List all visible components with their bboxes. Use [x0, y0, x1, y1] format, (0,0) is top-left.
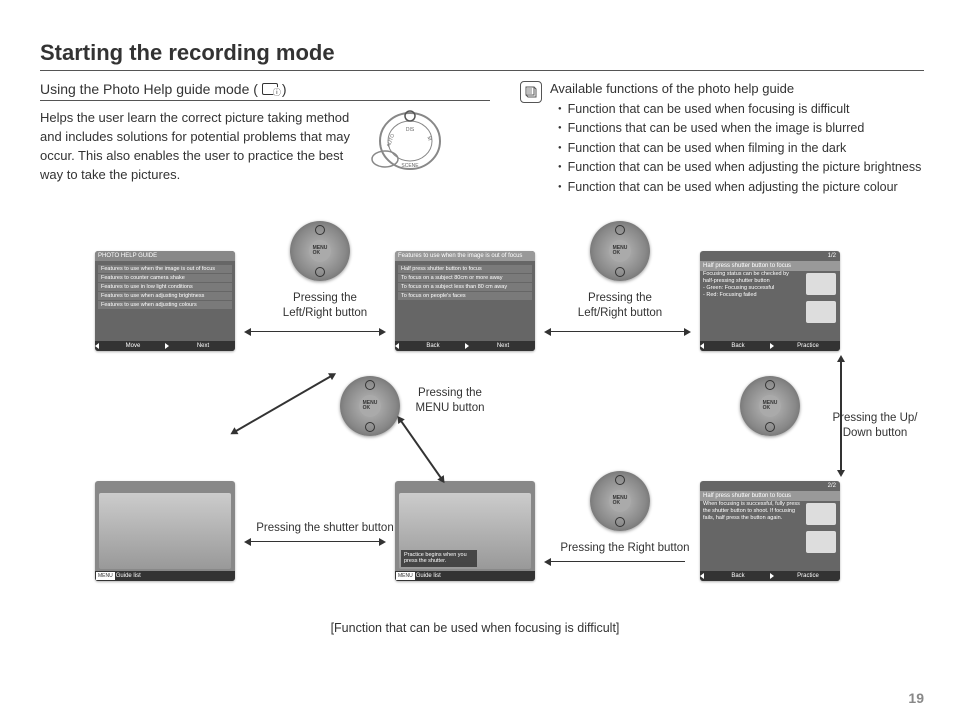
- note-icon: [520, 81, 542, 103]
- functions-list: Function that can be used when focusing …: [558, 100, 924, 197]
- menu-ok-dial-icon: MENU OK: [740, 376, 800, 436]
- svg-text:M: M: [425, 136, 432, 142]
- list-item: Function that can be used when adjusting…: [558, 178, 924, 197]
- arrow-icon: [250, 541, 380, 543]
- lcd-screen-half-press-2: 2/2 Half press shutter button to focus W…: [700, 481, 840, 581]
- svg-text:AUTO: AUTO: [386, 133, 396, 148]
- label-left-right: Pressing the Left/Right button: [275, 291, 375, 321]
- label-shutter: Pressing the shutter button: [245, 521, 405, 536]
- list-item: Function that can be used when filming i…: [558, 139, 924, 158]
- svg-text:SCENE: SCENE: [401, 163, 419, 169]
- lcd-screen-practice: Practice begins when you press the shutt…: [395, 481, 535, 581]
- label-right: Pressing the Right button: [550, 541, 700, 556]
- section-subtitle: Using the Photo Help guide mode ( ): [40, 81, 490, 101]
- lcd-screen-photo-result: MENUGuide list: [95, 481, 235, 581]
- label-left-right: Pressing the Left/Right button: [570, 291, 670, 321]
- arrow-icon: [250, 331, 380, 333]
- arrow-icon: [840, 361, 842, 471]
- label-up-down: Pressing the Up/ Down button: [820, 411, 930, 441]
- menu-ok-dial-icon: MENU OK: [340, 376, 400, 436]
- lcd-screen-focus-submenu: Features to use when the image is out of…: [395, 251, 535, 351]
- arrow-icon: [400, 420, 441, 478]
- page-number: 19: [908, 690, 924, 706]
- note-title: Available functions of the photo help gu…: [550, 81, 924, 96]
- lcd-screen-half-press-1: 1/2 Half press shutter button to focus F…: [700, 251, 840, 351]
- arrow-icon: [550, 331, 685, 333]
- label-menu: Pressing the MENU button: [405, 386, 495, 416]
- mode-dial-illustration: DIS M SCENE AUTO: [370, 109, 450, 174]
- page-title: Starting the recording mode: [40, 40, 924, 71]
- menu-ok-dial-icon: MENU OK: [590, 221, 650, 281]
- menu-ok-dial-icon: MENU OK: [590, 471, 650, 531]
- svg-text:DIS: DIS: [406, 127, 415, 133]
- intro-text: Helps the user learn the correct picture…: [40, 109, 360, 184]
- list-item: Function that can be used when adjusting…: [558, 158, 924, 177]
- help-guide-icon: [262, 83, 278, 95]
- arrow-icon: [235, 375, 331, 431]
- lcd-screen-photo-help-guide: PHOTO HELP GUIDE Features to use when th…: [95, 251, 235, 351]
- flow-diagram: PHOTO HELP GUIDE Features to use when th…: [40, 221, 910, 641]
- list-item: Functions that can be used when the imag…: [558, 119, 924, 138]
- menu-ok-dial-icon: MENU OK: [290, 221, 350, 281]
- arrow-icon: [550, 561, 685, 563]
- diagram-caption: [Function that can be used when focusing…: [40, 621, 910, 635]
- list-item: Function that can be used when focusing …: [558, 100, 924, 119]
